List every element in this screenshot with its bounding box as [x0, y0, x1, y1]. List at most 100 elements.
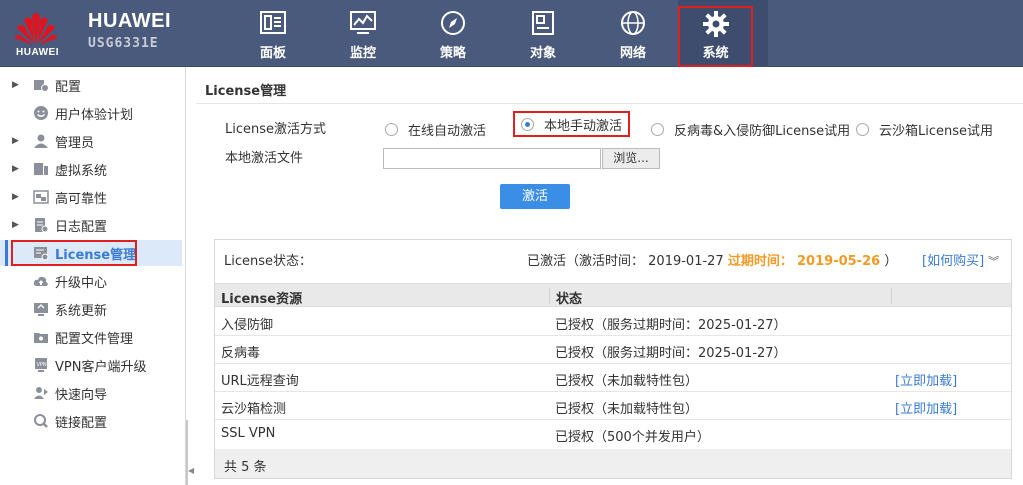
- cell-status: 已授权（500个并发用户）: [555, 430, 710, 445]
- column-divider: [891, 288, 892, 304]
- sidebar-item-label: 用户体验计划: [55, 107, 134, 123]
- cell-status: 已授权（服务过期时间：2025-01-27）: [555, 346, 787, 361]
- sidebar-item-upgrade-center[interactable]: 升级中心: [0, 268, 182, 294]
- activate-button[interactable]: 激活: [500, 184, 570, 209]
- table-row: 入侵防御 已授权（服务过期时间：2025-01-27）: [215, 308, 1011, 336]
- radio-label: 在线自动激活: [408, 123, 487, 139]
- sidebar: ▶ 配置 用户体验计划 ▶ 管理员 ▶ 虚拟系统 ▶ 高可靠性 ▶ 日志配置 L…: [0, 67, 186, 485]
- how-to-buy-text[interactable]: [如何购买]: [922, 254, 984, 269]
- sidebar-item-license[interactable]: License管理: [0, 240, 182, 266]
- cell-resource: URL远程查询: [221, 374, 299, 389]
- sidebar-scrollbar[interactable]: [186, 420, 188, 485]
- radio-circle[interactable]: [856, 122, 869, 136]
- table-row: 云沙箱检测 已授权（未加载特性包） [立即加载]: [215, 392, 1011, 420]
- nav-label: 面板: [259, 46, 286, 61]
- huawei-logo: HUAWEI HUAWEI USG6331E: [0, 0, 186, 67]
- nav-policy[interactable]: 策略: [408, 0, 498, 67]
- table-header: License资源 状态: [215, 283, 1011, 307]
- nav-system[interactable]: 系统: [678, 0, 768, 67]
- license-status-panel: License状态： 已激活（激活时间： 2019-01-27 过期时间： 20…: [214, 239, 1012, 479]
- nav-monitor[interactable]: 监控: [318, 0, 408, 67]
- sidebar-item-label: 配置: [55, 79, 82, 95]
- page-title: License管理: [205, 84, 287, 99]
- expand-arrow-icon[interactable]: ▶: [12, 220, 22, 230]
- sidebar-item-ha[interactable]: ▶ 高可靠性: [0, 184, 182, 210]
- admin-icon: [34, 134, 48, 148]
- cell-resource: 云沙箱检测: [221, 402, 287, 417]
- sidebar-item-label: 管理员: [55, 135, 95, 151]
- cell-status: 已授权（服务过期时间：2025-01-27）: [555, 318, 787, 333]
- sidebar-item-label: 系统更新: [55, 303, 108, 319]
- radio-circle[interactable]: [385, 122, 398, 136]
- expire-date: 2019-05-26: [797, 254, 881, 269]
- active-marker: [5, 240, 8, 266]
- nav-object[interactable]: 对象: [498, 0, 588, 67]
- expand-arrow-icon[interactable]: ▶: [12, 80, 22, 90]
- expand-arrow-icon[interactable]: ▶: [12, 136, 22, 146]
- sidebar-item-admin[interactable]: ▶ 管理员: [0, 128, 182, 154]
- system-update-icon: [34, 303, 48, 316]
- wizard-icon: [34, 387, 48, 399]
- sidebar-item-label: 升级中心: [55, 275, 108, 291]
- radio-av-ips-trial[interactable]: 反病毒&入侵防御License试用: [651, 118, 850, 140]
- col-status: 状态: [556, 292, 583, 307]
- radio-label: 云沙箱License试用: [879, 123, 994, 139]
- status-row: License状态： 已激活（激活时间： 2019-01-27 过期时间： 20…: [215, 240, 1011, 278]
- radio-local-activation[interactable]: 本地手动激活: [513, 111, 631, 137]
- close-paren: ）: [884, 254, 898, 269]
- activated-text: 已激活（激活时间：: [527, 254, 645, 269]
- expand-arrow-icon[interactable]: ▶: [12, 164, 22, 174]
- sidebar-item-system-update[interactable]: 系统更新: [0, 296, 182, 322]
- activation-file-input[interactable]: [383, 148, 601, 169]
- expand-arrow-icon[interactable]: ▶: [12, 192, 22, 202]
- cell-status: 已授权（未加载特性包）: [555, 402, 699, 417]
- cell-resource: 反病毒: [221, 346, 261, 361]
- logo-text: HUAWEI: [16, 47, 59, 58]
- local-file-label: 本地激活文件: [225, 151, 304, 166]
- load-now-link[interactable]: [立即加载]: [895, 370, 957, 389]
- object-icon: [532, 11, 554, 35]
- radio-online-activation[interactable]: 在线自动激活: [385, 118, 486, 140]
- table-footer: 共 5 条: [215, 449, 1011, 478]
- browse-button[interactable]: 浏览...: [602, 148, 660, 169]
- sidebar-item-label: 快速向导: [55, 387, 108, 403]
- radio-label: 本地手动激活: [544, 118, 623, 134]
- sidebar-item-log-config[interactable]: ▶ 日志配置: [0, 212, 182, 238]
- smiley-icon: [34, 106, 48, 120]
- sidebar-item-virtual-system[interactable]: ▶ 虚拟系统: [0, 156, 182, 182]
- sidebar-collapse-icon[interactable]: ◀: [188, 466, 194, 475]
- table-row: URL远程查询 已授权（未加载特性包） [立即加载]: [215, 364, 1011, 392]
- cell-resource: 入侵防御: [221, 318, 274, 333]
- sidebar-item-vpn-client[interactable]: VPN VPN客户端升级: [0, 352, 182, 378]
- nav-dashboard[interactable]: 面板: [228, 0, 318, 67]
- sidebar-item-quick-wizard[interactable]: 快速向导: [0, 380, 182, 406]
- sidebar-item-label: 虚拟系统: [55, 163, 108, 179]
- cell-resource: SSL VPN: [221, 426, 276, 441]
- top-header: HUAWEI HUAWEI USG6331E 面板 监控 策略 对象 网络 系统: [0, 0, 1023, 67]
- brand-name: HUAWEI: [88, 10, 171, 32]
- folder-icon: [34, 333, 48, 343]
- activation-mode-label: License激活方式: [225, 122, 327, 137]
- main-content: License管理 License激活方式 在线自动激活 本地手动激活 反病毒&…: [196, 67, 1023, 485]
- ha-icon: [33, 190, 49, 204]
- radio-circle[interactable]: [651, 122, 664, 136]
- globe-icon: [621, 11, 645, 35]
- link-icon: [34, 414, 48, 428]
- sidebar-item-config-file[interactable]: 配置文件管理: [0, 324, 182, 350]
- sidebar-item-user-experience[interactable]: 用户体验计划: [0, 100, 182, 126]
- chevron-down-icon[interactable]: ︾: [988, 255, 999, 268]
- config-icon: [34, 80, 49, 92]
- sidebar-item-config[interactable]: ▶ 配置: [0, 72, 182, 98]
- col-resource: License资源: [221, 292, 303, 307]
- load-now-link[interactable]: [立即加载]: [895, 398, 957, 417]
- sidebar-item-label: 链接配置: [55, 415, 108, 431]
- cell-status: 已授权（未加载特性包）: [555, 374, 699, 389]
- svg-text:VPN: VPN: [37, 362, 47, 368]
- sidebar-item-link-config[interactable]: 链接配置: [0, 408, 182, 434]
- dashboard-icon: [260, 11, 286, 34]
- radio-sandbox-trial[interactable]: 云沙箱License试用: [856, 118, 993, 140]
- how-to-buy-link[interactable]: [如何购买] ︾: [922, 250, 999, 269]
- nav-label: 系统: [702, 46, 729, 61]
- radio-circle[interactable]: [521, 117, 534, 131]
- monitor-icon: [350, 11, 376, 34]
